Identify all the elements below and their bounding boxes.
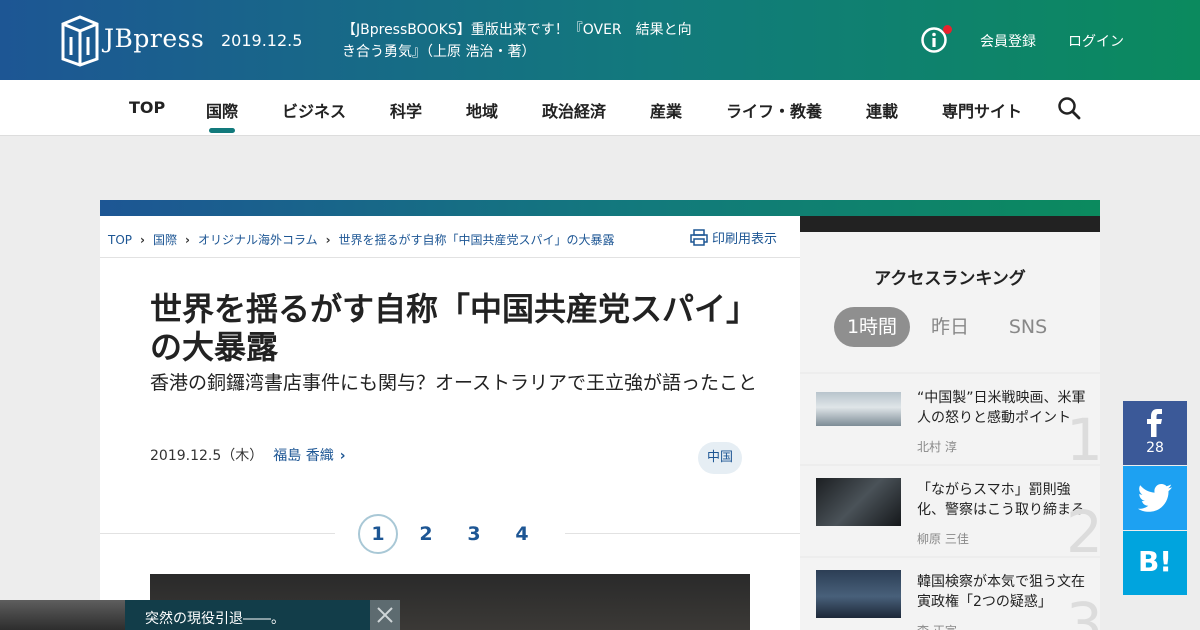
nav-item-series[interactable]: 連載 [866, 98, 898, 122]
facebook-share-button[interactable]: 28 [1123, 401, 1187, 465]
breadcrumb-current[interactable]: 世界を揺るがす自称「中国共産党スパイ」の大暴露 [339, 233, 615, 247]
pagination: 1 2 3 4 [335, 514, 565, 554]
chevron-right-icon: › [339, 448, 346, 464]
login-link[interactable]: ログイン [1068, 31, 1124, 51]
facebook-share-count: 28 [1146, 440, 1164, 456]
topic-tag[interactable]: 中国 [698, 442, 742, 474]
ranking-item[interactable]: “中国製”日米戦映画、米軍人の怒りと感動ポイント 北村 淳 1 [800, 374, 1100, 464]
twitter-icon [1138, 484, 1172, 512]
nav-item-international[interactable]: 国際 [206, 98, 238, 122]
nav-item-business[interactable]: ビジネス [282, 98, 346, 122]
page-link-4[interactable]: 4 [502, 514, 542, 554]
article-header-strip [100, 200, 1100, 216]
page-link-2[interactable]: 2 [406, 514, 446, 554]
nav-item-science[interactable]: 科学 [390, 98, 422, 122]
hatena-icon: B! [1137, 545, 1173, 578]
ranking-item-author: 北村 淳 [917, 440, 957, 454]
ranking-item-author: 李 正宣 [917, 622, 957, 630]
ranking-thumbnail [816, 478, 901, 526]
nav-item-top[interactable]: TOP [129, 98, 165, 117]
breadcrumb-top[interactable]: TOP [108, 233, 132, 247]
article-date: 2019.12.5（木） [150, 448, 264, 464]
register-link[interactable]: 会員登録 [980, 31, 1036, 51]
breadcrumb-separator: › [325, 233, 331, 247]
breadcrumb: TOP › 国際 › オリジナル海外コラム › 世界を揺るがす自称「中国共産党スパイ」の大暴… [108, 231, 615, 248]
site-header: JBpress 2019.12.5 【JBpressBOOKS】重版出来です！『… [0, 0, 1200, 80]
divider [100, 257, 800, 258]
ranking-item[interactable]: 韓国検察が本気で狙う文在寅政権「2つの疑惑」 李 正宣 3 [800, 558, 1100, 630]
author-link[interactable]: 福島 香織 [273, 448, 333, 464]
printer-icon [690, 229, 708, 246]
main-nav: TOP 国際 ビジネス 科学 地域 政治経済 産業 ライフ・教養 連載 専門サイ… [0, 80, 1200, 136]
ranking-thumbnail [816, 392, 901, 426]
ranking-header: アクセスランキング 1時間 昨日 SNS [800, 232, 1100, 372]
ranking-number: 3 [1066, 590, 1100, 630]
ranking-tab-yesterday[interactable]: 昨日 [920, 307, 980, 347]
notification-dot [943, 25, 952, 34]
logo-cube-icon [61, 15, 99, 67]
nav-item-politics-economy[interactable]: 政治経済 [542, 98, 606, 122]
info-icon[interactable] [921, 25, 952, 53]
breadcrumb-separator: › [184, 233, 190, 247]
ranking-thumbnail [816, 570, 901, 618]
nav-item-life-culture[interactable]: ライフ・教養 [726, 98, 822, 122]
jbpress-logo[interactable]: JBpress [60, 15, 204, 67]
close-icon[interactable] [370, 600, 400, 630]
nav-item-region[interactable]: 地域 [466, 98, 498, 122]
ranking-number: 1 [1066, 406, 1100, 464]
print-view-label: 印刷用表示 [712, 232, 778, 247]
article-meta: 2019.12.5（木） 福島 香織 › [150, 445, 346, 465]
ranking-tab-hour[interactable]: 1時間 [834, 307, 910, 347]
recommend-popup[interactable]: 突然の現役引退――。 [0, 600, 400, 630]
sidebar-header-bar [800, 216, 1100, 232]
ranking-number: 2 [1066, 498, 1100, 556]
twitter-share-button[interactable] [1123, 466, 1187, 530]
hatena-bookmark-button[interactable]: B! [1123, 531, 1187, 595]
ranking-title: アクセスランキング [874, 269, 1026, 289]
article-subtitle: 香港の銅鑼湾書店事件にも関与？オーストラリアで王立強が語ったこと [150, 372, 758, 394]
ranking-item-author: 柳原 三佳 [917, 532, 969, 546]
header-notice-link[interactable]: 【JBpressBOOKS】重版出来です！『OVER 結果と向き合う勇気』（上原… [342, 19, 702, 63]
nav-item-industry[interactable]: 産業 [650, 98, 682, 122]
print-view-button[interactable]: 印刷用表示 [690, 228, 777, 247]
page-link-3[interactable]: 3 [454, 514, 494, 554]
ranking-tab-sns[interactable]: SNS [996, 307, 1060, 347]
breadcrumb-column[interactable]: オリジナル海外コラム [198, 233, 318, 247]
search-icon[interactable] [1057, 96, 1081, 120]
breadcrumb-international[interactable]: 国際 [153, 233, 177, 247]
ranking-item[interactable]: 「ながらスマホ」罰則強化、警察はこう取り締まる 柳原 三佳 2 [800, 466, 1100, 556]
logo-text: JBpress [104, 24, 205, 53]
popup-thumbnail [0, 600, 125, 630]
header-date: 2019.12.5 [221, 31, 303, 50]
page-link-1[interactable]: 1 [358, 514, 398, 554]
facebook-icon [1147, 409, 1162, 437]
article-title: 世界を揺るがす自称「中国共産党スパイ」の大暴露 [150, 290, 759, 366]
popup-text[interactable]: 突然の現役引退――。 [145, 608, 285, 628]
article-main: TOP › 国際 › オリジナル海外コラム › 世界を揺るがす自称「中国共産党スパイ」の大暴… [100, 216, 800, 630]
nav-item-specialty-sites[interactable]: 専門サイト [942, 98, 1022, 122]
breadcrumb-separator: › [140, 233, 145, 247]
